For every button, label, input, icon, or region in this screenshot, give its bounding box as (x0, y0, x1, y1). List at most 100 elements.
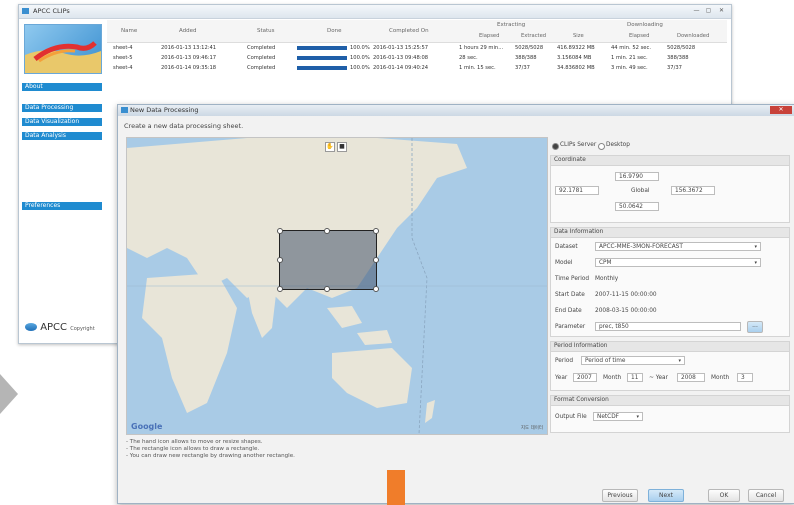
cell-extracted: 388/388 (515, 55, 537, 61)
east-input[interactable]: 156.3672 (671, 186, 715, 195)
maximize-button[interactable]: ▢ (704, 7, 713, 15)
cell-downloaded: 388/388 (667, 55, 689, 61)
google-logo: Google (131, 422, 163, 431)
radio-clips-server[interactable] (552, 143, 559, 150)
resize-handle[interactable] (373, 257, 379, 263)
table-row[interactable]: sheet-4 2016-01-14 09:35:18 Completed 10… (107, 64, 727, 73)
cell-downloaded: 5028/5028 (667, 45, 696, 51)
cell-added: 2016-01-14 09:35:18 (161, 65, 217, 71)
cell-name: sheet-5 (113, 55, 133, 61)
year-from-label: Year (555, 375, 568, 381)
chevron-down-icon: ▾ (754, 244, 757, 250)
parameter-label: Parameter (555, 324, 586, 330)
selection-rectangle[interactable] (277, 228, 379, 292)
table-row[interactable]: sheet-5 2016-01-13 09:46:17 Completed 10… (107, 54, 727, 63)
radio-desktop[interactable] (598, 143, 605, 150)
hand-icon[interactable]: ✋ (325, 142, 335, 152)
resize-handle[interactable] (324, 286, 330, 292)
global-label: Global (631, 188, 650, 194)
nav-data-visualization[interactable]: Data Visualization (22, 118, 102, 126)
period-select[interactable]: Period of time ▾ (581, 356, 685, 365)
col-done[interactable]: Done (327, 28, 341, 34)
dialog-titlebar: New Data Processing ✕ (118, 105, 794, 116)
nav-about[interactable]: About (22, 83, 102, 91)
main-window-title: APCC CLIPs (33, 7, 70, 15)
rectangle-icon[interactable]: ■ (337, 142, 347, 152)
month-from-input[interactable]: 11 (627, 373, 643, 382)
resize-handle[interactable] (277, 286, 283, 292)
chevron-down-icon: ▾ (636, 414, 639, 420)
format-conversion-panel: Format Conversion Output File NetCDF ▾ (550, 395, 790, 433)
nav-data-analysis[interactable]: Data Analysis (22, 132, 102, 140)
map-view[interactable]: ✋ ■ Google 지도 데이터 (126, 137, 548, 435)
south-input[interactable]: 50.0642 (615, 202, 659, 211)
time-period-value: Monthly (595, 276, 619, 282)
output-file-select[interactable]: NetCDF ▾ (593, 412, 643, 421)
cell-extracted: 37/37 (515, 65, 530, 71)
dataset-select[interactable]: APCC-MME-3MON-FORECAST ▾ (595, 242, 761, 251)
col-status[interactable]: Status (257, 28, 275, 34)
col-dl-downloaded[interactable]: Downloaded (677, 33, 709, 39)
copyright-text: Copyright (70, 326, 95, 332)
resize-handle[interactable] (373, 228, 379, 234)
nav-data-processing[interactable]: Data Processing (22, 104, 102, 112)
new-data-processing-dialog: New Data Processing ✕ Create a new data … (117, 104, 794, 504)
note-line: - You can draw new rectangle by drawing … (126, 453, 295, 459)
col-added[interactable]: Added (179, 28, 197, 34)
col-group-extracting: Extracting (497, 22, 526, 28)
map-logo-icon (25, 41, 101, 73)
output-file-label: Output File (555, 414, 587, 420)
resize-handle[interactable] (324, 228, 330, 234)
previous-button[interactable]: Previous (602, 489, 638, 502)
progress-bar (297, 46, 347, 50)
cell-dl-elapsed: 1 min. 21 sec. (611, 55, 648, 61)
resize-handle[interactable] (277, 228, 283, 234)
dialog-subtitle: Create a new data processing sheet. (124, 122, 244, 130)
cell-size: 3.156084 MB (557, 55, 592, 61)
cell-completed: 2016-01-14 09:40:24 (373, 65, 429, 71)
ok-button[interactable]: OK (708, 489, 740, 502)
cell-name: sheet-4 (113, 65, 133, 71)
nav-preferences[interactable]: Preferences (22, 202, 102, 210)
cell-elapsed: 28 sec. (459, 55, 478, 61)
cell-dl-elapsed: 44 min. 52 sec. (611, 45, 651, 51)
map-attribution[interactable]: 지도 데이터 (521, 425, 543, 431)
year-from-input[interactable]: 2007 (573, 373, 597, 382)
next-button[interactable]: Next (648, 489, 684, 502)
cell-elapsed: 1 min. 15 sec. (459, 65, 496, 71)
month-to-input[interactable]: 3 (737, 373, 753, 382)
col-name[interactable]: Name (121, 28, 137, 34)
cell-added: 2016-01-13 13:12:41 (161, 45, 217, 51)
col-completed-on[interactable]: Completed On (389, 28, 429, 34)
period-information-panel: Period Information Period Period of time… (550, 341, 790, 391)
resize-handle[interactable] (373, 286, 379, 292)
start-date-value: 2007-11-15 00:00:00 (595, 292, 657, 298)
cell-dl-elapsed: 3 min. 49 sec. (611, 65, 648, 71)
col-ext-elapsed[interactable]: Elapsed (479, 33, 499, 39)
col-ext-size[interactable]: Size (573, 33, 584, 39)
parameter-browse-button[interactable]: ... (747, 321, 763, 333)
cell-completed: 2016-01-13 09:48:08 (373, 55, 429, 61)
col-dl-elapsed[interactable]: Elapsed (629, 33, 649, 39)
dialog-icon (121, 107, 128, 113)
model-select[interactable]: CPM ▾ (595, 258, 761, 267)
period-label: Period (555, 358, 574, 364)
cell-done: 100.0% (350, 55, 370, 61)
output-file-value: NetCDF (597, 414, 620, 420)
parameter-input[interactable]: prec, t850 (595, 322, 741, 331)
close-button[interactable]: ✕ (717, 7, 726, 15)
table-row[interactable]: sheet-4 2016-01-13 13:12:41 Completed 10… (107, 44, 727, 53)
north-input[interactable]: 16.9790 (615, 172, 659, 181)
year-to-input[interactable]: 2008 (677, 373, 705, 382)
cell-size: 34.836802 MB (557, 65, 595, 71)
cell-name: sheet-4 (113, 45, 133, 51)
dialog-close-button[interactable]: ✕ (770, 106, 792, 114)
minimize-button[interactable]: — (692, 7, 701, 15)
model-label: Model (555, 260, 573, 266)
coordinate-panel: Coordinate 16.9790 92.1781 Global 156.36… (550, 155, 790, 223)
period-information-heading: Period Information (551, 342, 789, 352)
col-ext-extracted[interactable]: Extracted (521, 33, 546, 39)
west-input[interactable]: 92.1781 (555, 186, 599, 195)
cancel-button[interactable]: Cancel (748, 489, 784, 502)
resize-handle[interactable] (277, 257, 283, 263)
